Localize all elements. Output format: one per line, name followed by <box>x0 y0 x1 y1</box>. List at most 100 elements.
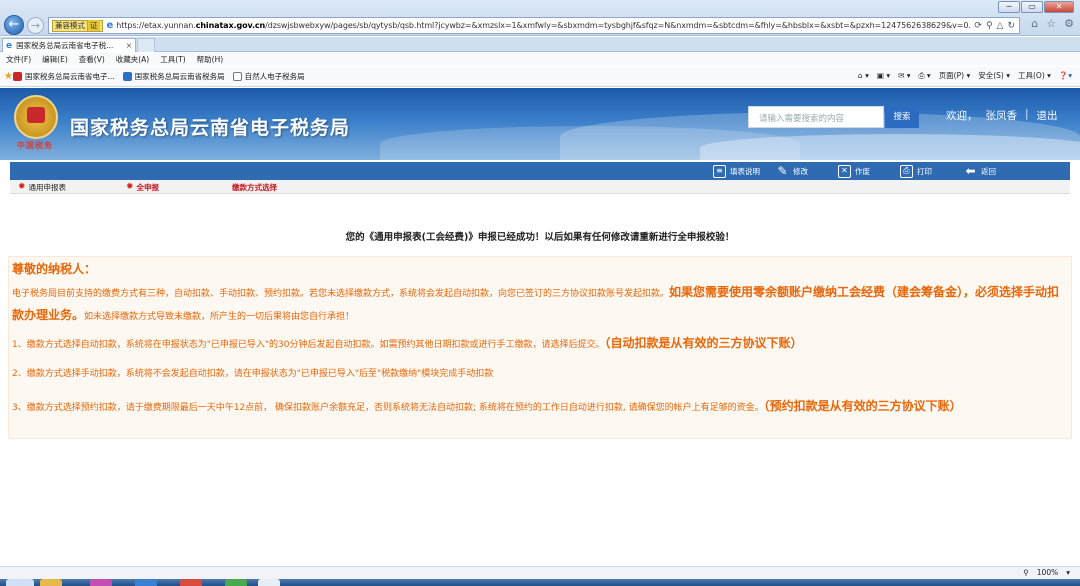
taskbar-app[interactable] <box>225 579 247 586</box>
zoom-control[interactable]: ⚲ 100% ▾ <box>1023 568 1070 577</box>
tax-emblem-logo <box>14 95 58 139</box>
address-bar[interactable]: 兼容模式 证 e https://etax.yunnan.chinatax.go… <box>48 17 1020 34</box>
menu-bar: 文件(F) 编辑(E) 查看(V) 收藏夹(A) 工具(T) 帮助(H) <box>0 53 1080 66</box>
menu-file[interactable]: 文件(F) <box>6 54 31 65</box>
auto-debit-highlight: （自动扣款是从有效的三方协议下账） <box>604 336 803 350</box>
certificate-icon: 证 <box>87 20 100 31</box>
taskbar-app[interactable] <box>135 579 157 586</box>
menu-edit[interactable]: 编辑(E) <box>42 54 68 65</box>
scheduled-debit-text: 3、缴款方式选择预约扣款，请于缴费期限最后一天中午12点前， 确保扣款账户余额充… <box>12 403 764 413</box>
taskbar-app[interactable] <box>180 579 202 586</box>
step-label: 全申报 <box>136 183 160 192</box>
minimize-button[interactable]: ─ <box>998 1 1020 13</box>
tab-close-button[interactable]: × <box>126 40 132 52</box>
gear-icon: ✹ <box>18 182 26 192</box>
user-name[interactable]: 张凤香 <box>986 108 1018 123</box>
command-bar: ⌂ ▾ ▣ ▾ ✉ ▾ ⎙ ▾ 页面(P) ▾ 安全(S) ▾ 工具(O) ▾ … <box>858 70 1072 81</box>
refresh-icon[interactable]: ⟳ <box>974 21 982 31</box>
taskbar <box>0 579 1080 586</box>
back-button[interactable]: ← <box>4 15 24 35</box>
favorites-star-icon[interactable]: ★ <box>4 71 13 82</box>
welcome-label: 欢迎， <box>946 110 978 122</box>
fill-help-label: 填表说明 <box>730 166 760 176</box>
arrow-right-icon: → <box>30 19 41 32</box>
favorite-item[interactable]: 国家税务总局云南省电子... <box>12 71 115 82</box>
back-label: 返回 <box>981 166 996 176</box>
intro-text: 电子税务局目前支持的缴费方式有三种，自动扣款、手动扣款、预约扣款。若您未选择缴款… <box>12 289 670 299</box>
menu-favorites[interactable]: 收藏夹(A) <box>116 54 149 65</box>
home-icon[interactable]: ⌂ <box>1031 17 1038 30</box>
emblem-shield <box>27 107 45 123</box>
safety-menu[interactable]: 安全(S) ▾ <box>978 70 1010 81</box>
home-icon[interactable]: ⌂ ▾ <box>858 71 869 80</box>
favorites-star-icon[interactable]: ☆ <box>1046 17 1056 30</box>
mail-icon[interactable]: ✉ ▾ <box>898 71 910 80</box>
notice-paragraph-scheduled: 3、缴款方式选择预约扣款，请于缴费期限最后一天中午12点前， 确保扣款账户余额充… <box>12 396 1064 419</box>
logout-link[interactable]: 退出 <box>1037 108 1058 123</box>
forward-button[interactable]: → <box>27 17 44 34</box>
url-path: /dzswjsbwebxyw/pages/sb/qytysb/qsb.html?… <box>265 21 971 30</box>
void-label: 作废 <box>855 166 870 176</box>
favorite-label: 国家税务总局云南省税务局 <box>134 72 225 81</box>
notice-paragraph-manual: 2、缴款方式选择手动扣款，系统将不会发起自动扣款，请在申报状态为"已申报已导入"… <box>12 364 1064 385</box>
close-window-button[interactable]: ✕ <box>1044 1 1074 13</box>
step-general-return[interactable]: ✹ 通用申报表 <box>18 182 66 193</box>
step-label: 通用申报表 <box>28 183 67 192</box>
ie-page-icon: e <box>106 20 114 31</box>
zoom-level: 100% <box>1036 568 1059 577</box>
taskbar-app[interactable] <box>90 579 112 586</box>
step-bar: ✹ 通用申报表 ✹ 全申报 缴款方式选择 <box>10 180 1070 194</box>
separator: | <box>1025 108 1029 120</box>
print-button[interactable]: ⎙ 打印 <box>900 162 932 180</box>
modify-button[interactable]: ✎ 修改 <box>776 162 808 180</box>
step-payment-method[interactable]: 缴款方式选择 <box>232 182 277 193</box>
tab-active[interactable]: e 国家税务总局云南省电子税... × <box>2 38 136 52</box>
page-icon <box>232 72 242 81</box>
tab-favicon-icon: e <box>6 40 13 51</box>
step-label: 缴款方式选择 <box>232 183 277 192</box>
reload-icon[interactable]: ↻ <box>1007 21 1015 31</box>
manual-debit-text: 2、缴款方式选择手动扣款，系统将不会发起自动扣款，请在申报状态为"已申报已导入"… <box>12 369 494 379</box>
modify-label: 修改 <box>793 166 808 176</box>
tools-menu[interactable]: 工具(O) ▾ <box>1018 70 1051 81</box>
action-toolbar: ≡ 填表说明 ✎ 修改 ✕ 作废 ⎙ 打印 ⬅ 返回 <box>10 162 1070 180</box>
help-icon[interactable]: ❓▾ <box>1059 71 1072 80</box>
menu-view[interactable]: 查看(V) <box>79 54 105 65</box>
lock-icon[interactable]: △ <box>997 21 1004 31</box>
taskbar-app[interactable] <box>40 579 62 586</box>
printer-icon: ⎙ <box>900 164 913 178</box>
gear-icon[interactable]: ⚙ <box>1064 17 1074 30</box>
taskbar-app[interactable] <box>258 579 280 586</box>
void-button[interactable]: ✕ 作废 <box>838 162 870 180</box>
scheduled-debit-highlight: （预约扣款是从有效的三方协议下账） <box>763 399 962 413</box>
intro-tail: 如未选择缴款方式导致未缴款，所产生的一切后果将由您自行承担！ <box>84 312 355 322</box>
auto-debit-text: 1、缴款方式选择自动扣款，系统将在申报状态为"已申报已导入"的30分钟后发起自动… <box>12 340 605 350</box>
favorite-item[interactable]: 国家税务总局云南省税务局 <box>122 71 225 82</box>
compat-mode-badge[interactable]: 兼容模式 证 <box>52 19 103 32</box>
print-icon[interactable]: ⎙ ▾ <box>919 71 931 81</box>
maximize-button[interactable]: ▭ <box>1021 1 1043 13</box>
search-input[interactable]: 请输入需要搜索的内容 <box>748 106 884 128</box>
step-full-declaration[interactable]: ✹ 全申报 <box>126 182 159 193</box>
rss-icon[interactable]: ▣ ▾ <box>877 71 890 80</box>
address-tools: ⟳ ⚲ △ ↻ <box>970 21 1019 31</box>
search-icon[interactable]: ⚲ <box>986 21 993 31</box>
page-menu[interactable]: 页面(P) ▾ <box>939 70 971 81</box>
url-field[interactable]: https://etax.yunnan.chinatax.gov.cn/dzsw… <box>116 21 970 30</box>
menu-tools[interactable]: 工具(T) <box>160 54 185 65</box>
notice-paragraph-intro: 电子税务局目前支持的缴费方式有三种，自动扣款、手动扣款、预约扣款。若您未选择缴款… <box>12 282 1064 328</box>
favorite-label: 国家税务总局云南省电子... <box>24 72 115 81</box>
new-tab-button[interactable] <box>137 38 155 52</box>
back-page-button[interactable]: ⬅ 返回 <box>964 162 996 180</box>
site-title: 国家税务总局云南省电子税务局 <box>70 117 351 139</box>
tab-row: e 国家税务总局云南省电子税... × <box>0 37 1080 52</box>
gear-icon: ✹ <box>126 182 134 192</box>
menu-help[interactable]: 帮助(H) <box>197 54 224 65</box>
favorite-item[interactable]: 自然人电子税务局 <box>232 71 305 82</box>
zoom-icon: ⚲ <box>1023 568 1029 577</box>
start-button[interactable] <box>6 579 34 586</box>
success-message: 您的《通用申报表(工会经费)》申报已经成功！以后如果有任何修改请重新进行全申报校… <box>345 232 735 243</box>
search-button[interactable]: 搜索 <box>885 106 919 128</box>
browser-right-icons: ⌂ ☆ ⚙ <box>1031 17 1074 30</box>
fill-help-button[interactable]: ≡ 填表说明 <box>713 162 760 180</box>
